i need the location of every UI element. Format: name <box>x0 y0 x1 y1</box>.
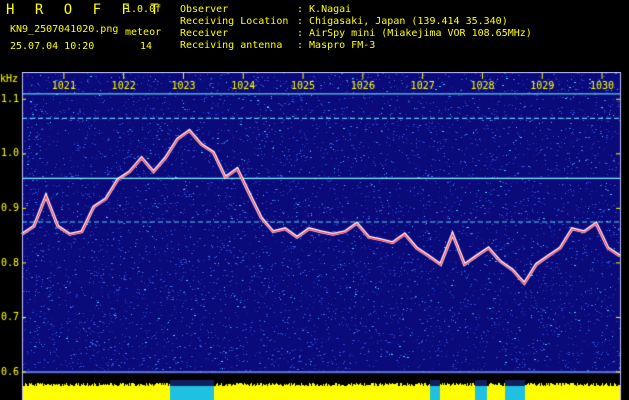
info-key-location: Receiving Location <box>180 16 289 27</box>
datetime-label: 25.07.04 10:20 <box>10 41 95 52</box>
info-key-observer: Observer <box>180 4 229 15</box>
count-label: 14 <box>140 41 153 52</box>
info-value-antenna: : Maspro FM-3 <box>297 40 376 51</box>
program-label: meteor <box>125 27 162 38</box>
header: H R O F F T 1.0.0f KN9_2507041020.png me… <box>0 0 629 72</box>
info-value-observer: : K.Nagai <box>297 4 352 15</box>
version-label: 1.0.0f <box>125 4 162 15</box>
info-value-location: : Chigasaki, Japan (139.414 35.340) <box>297 16 508 27</box>
info-key-antenna: Receiving antenna <box>180 40 283 51</box>
filename-label: KN9_2507041020.png <box>10 24 119 35</box>
info-value-receiver: : AirSpy mini (Miakejima VOR 108.65MHz) <box>297 28 532 39</box>
info-key-receiver: Receiver <box>180 28 229 39</box>
